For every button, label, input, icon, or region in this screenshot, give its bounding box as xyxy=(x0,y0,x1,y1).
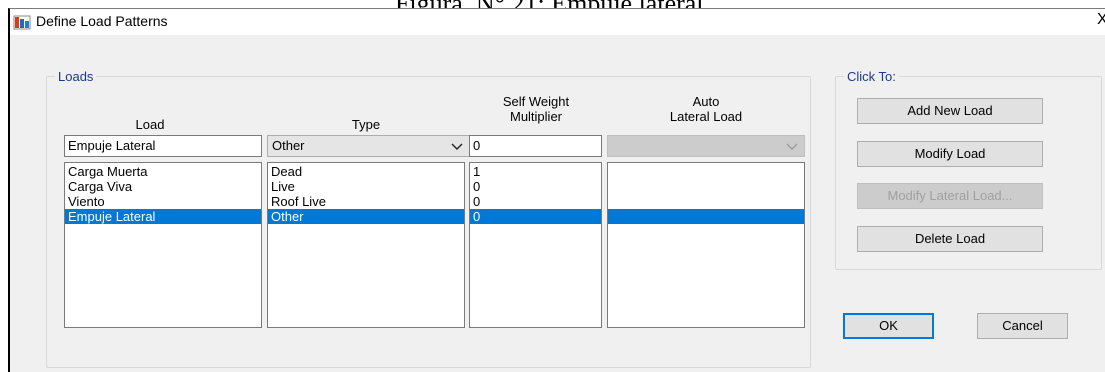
auto-lateral-load-dropdown xyxy=(607,135,805,157)
list-item[interactable]: 0 xyxy=(470,179,601,194)
list-item-selected[interactable]: Other xyxy=(268,209,464,224)
load-type-list[interactable]: Dead Live Roof Live Other xyxy=(267,162,465,328)
list-item-selected[interactable] xyxy=(608,209,804,224)
click-to-group-label: Click To: xyxy=(844,69,899,84)
column-header-type: Type xyxy=(351,117,381,132)
list-item-selected[interactable]: Empuje Lateral xyxy=(65,209,261,224)
define-load-patterns-dialog: Define Load Patterns X Loads Load Type S… xyxy=(8,8,1105,372)
self-weight-multiplier-list[interactable]: 1 0 0 0 xyxy=(469,162,602,328)
app-icon xyxy=(13,15,31,30)
column-header-auto-lateral-load: Auto Lateral Load xyxy=(669,94,743,124)
list-item[interactable]: Roof Live xyxy=(268,194,464,209)
cancel-button[interactable]: Cancel xyxy=(977,313,1068,339)
load-name-list[interactable]: Carga Muerta Carga Viva Viento Empuje La… xyxy=(64,162,262,328)
modify-load-button[interactable]: Modify Load xyxy=(857,141,1043,167)
list-item[interactable] xyxy=(608,164,804,179)
list-item[interactable]: Carga Viva xyxy=(65,179,261,194)
list-item[interactable]: Dead xyxy=(268,164,464,179)
list-item-selected[interactable]: 0 xyxy=(470,209,601,224)
auto-lateral-load-list[interactable] xyxy=(607,162,805,328)
chevron-down-icon xyxy=(786,143,798,150)
window-title: Define Load Patterns xyxy=(36,13,168,29)
ok-button[interactable]: OK xyxy=(843,313,934,339)
column-header-load: Load xyxy=(135,117,165,132)
list-item[interactable]: Carga Muerta xyxy=(65,164,261,179)
list-item[interactable]: Live xyxy=(268,179,464,194)
title-bar[interactable]: Define Load Patterns X xyxy=(10,9,1105,35)
type-dropdown[interactable]: Other xyxy=(267,135,470,157)
delete-load-button[interactable]: Delete Load xyxy=(857,226,1043,252)
add-new-load-button[interactable]: Add New Load xyxy=(857,98,1043,124)
chevron-down-icon xyxy=(451,143,463,150)
loads-group-label: Loads xyxy=(55,69,97,84)
load-name-input[interactable]: Empuje Lateral xyxy=(64,135,262,157)
modify-lateral-load-button: Modify Lateral Load... xyxy=(857,183,1043,209)
column-header-self-weight-multiplier: Self Weight Multiplier xyxy=(502,94,570,124)
close-icon[interactable]: X xyxy=(1097,11,1105,29)
type-dropdown-value: Other xyxy=(272,138,305,153)
list-item[interactable] xyxy=(608,194,804,209)
list-item[interactable]: 1 xyxy=(470,164,601,179)
list-item[interactable]: 0 xyxy=(470,194,601,209)
list-item[interactable]: Viento xyxy=(65,194,261,209)
list-item[interactable] xyxy=(608,179,804,194)
self-weight-multiplier-input[interactable]: 0 xyxy=(469,135,602,157)
